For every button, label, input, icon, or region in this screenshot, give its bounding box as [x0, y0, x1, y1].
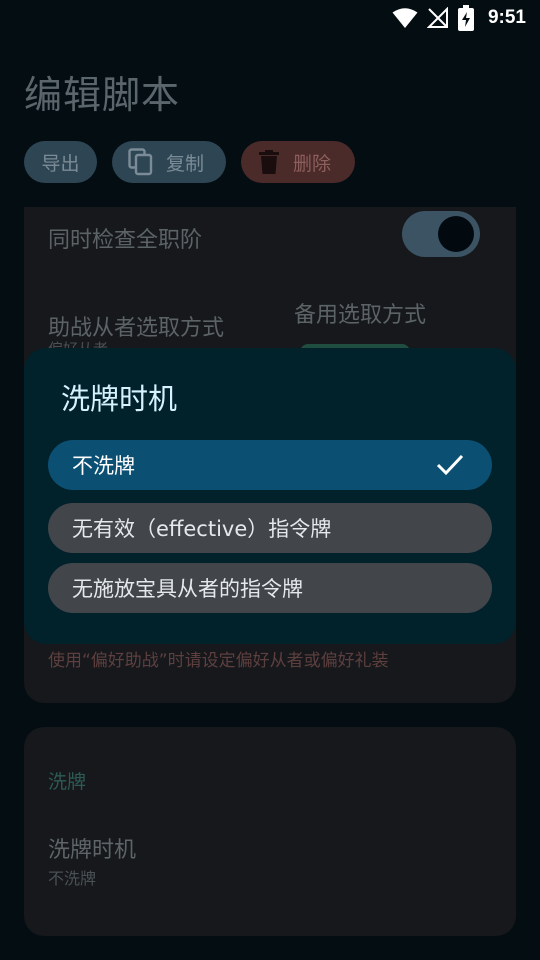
- toggle-knob: [438, 216, 474, 252]
- shuffle-timing-setting[interactable]: 洗牌时机: [48, 832, 136, 864]
- copy-button[interactable]: 复制: [112, 141, 226, 183]
- delete-button[interactable]: 删除: [241, 141, 355, 183]
- option-label: 无施放宝具从者的指令牌: [72, 577, 303, 601]
- fallback-selection-label[interactable]: 备用选取方式: [294, 297, 426, 329]
- export-button[interactable]: 导出: [24, 141, 97, 183]
- shuffle-section-title: 洗牌: [48, 771, 87, 793]
- status-bar: 9:51: [0, 0, 540, 38]
- option-label: 无有效（effective）指令牌: [72, 517, 332, 541]
- copy-label: 复制: [166, 152, 205, 175]
- wifi-icon: [392, 8, 418, 28]
- shuffle-timing-value: 不洗牌: [48, 869, 97, 888]
- copy-icon: [128, 148, 153, 176]
- preferred-support-warning: 使用“偏好助战”时请设定偏好从者或偏好礼装: [48, 651, 389, 671]
- dialog-title: 洗牌时机: [61, 382, 178, 416]
- option-no-shuffle[interactable]: 不洗牌: [48, 440, 492, 490]
- option-no-np-servant-cards[interactable]: 无施放宝具从者的指令牌: [48, 563, 492, 613]
- delete-label: 删除: [293, 152, 332, 175]
- page-title: 编辑脚本: [24, 73, 181, 117]
- status-time: 9:51: [487, 7, 526, 28]
- support-selection-value: 偏好从者: [48, 338, 108, 348]
- check-all-classes-toggle[interactable]: [402, 211, 480, 257]
- shuffle-timing-dialog: 洗牌时机 不洗牌 无有效（effective）指令牌 无施放宝具从者的指令牌: [24, 348, 516, 644]
- battery-charging-icon: [458, 5, 474, 31]
- no-signal-icon: [427, 7, 448, 28]
- export-label: 导出: [41, 152, 80, 175]
- trash-icon: [259, 150, 279, 174]
- option-no-effective-cards[interactable]: 无有效（effective）指令牌: [48, 503, 492, 553]
- option-label: 不洗牌: [72, 454, 135, 478]
- check-icon: [436, 454, 464, 476]
- check-all-classes-label: 同时检查全职阶: [48, 228, 203, 253]
